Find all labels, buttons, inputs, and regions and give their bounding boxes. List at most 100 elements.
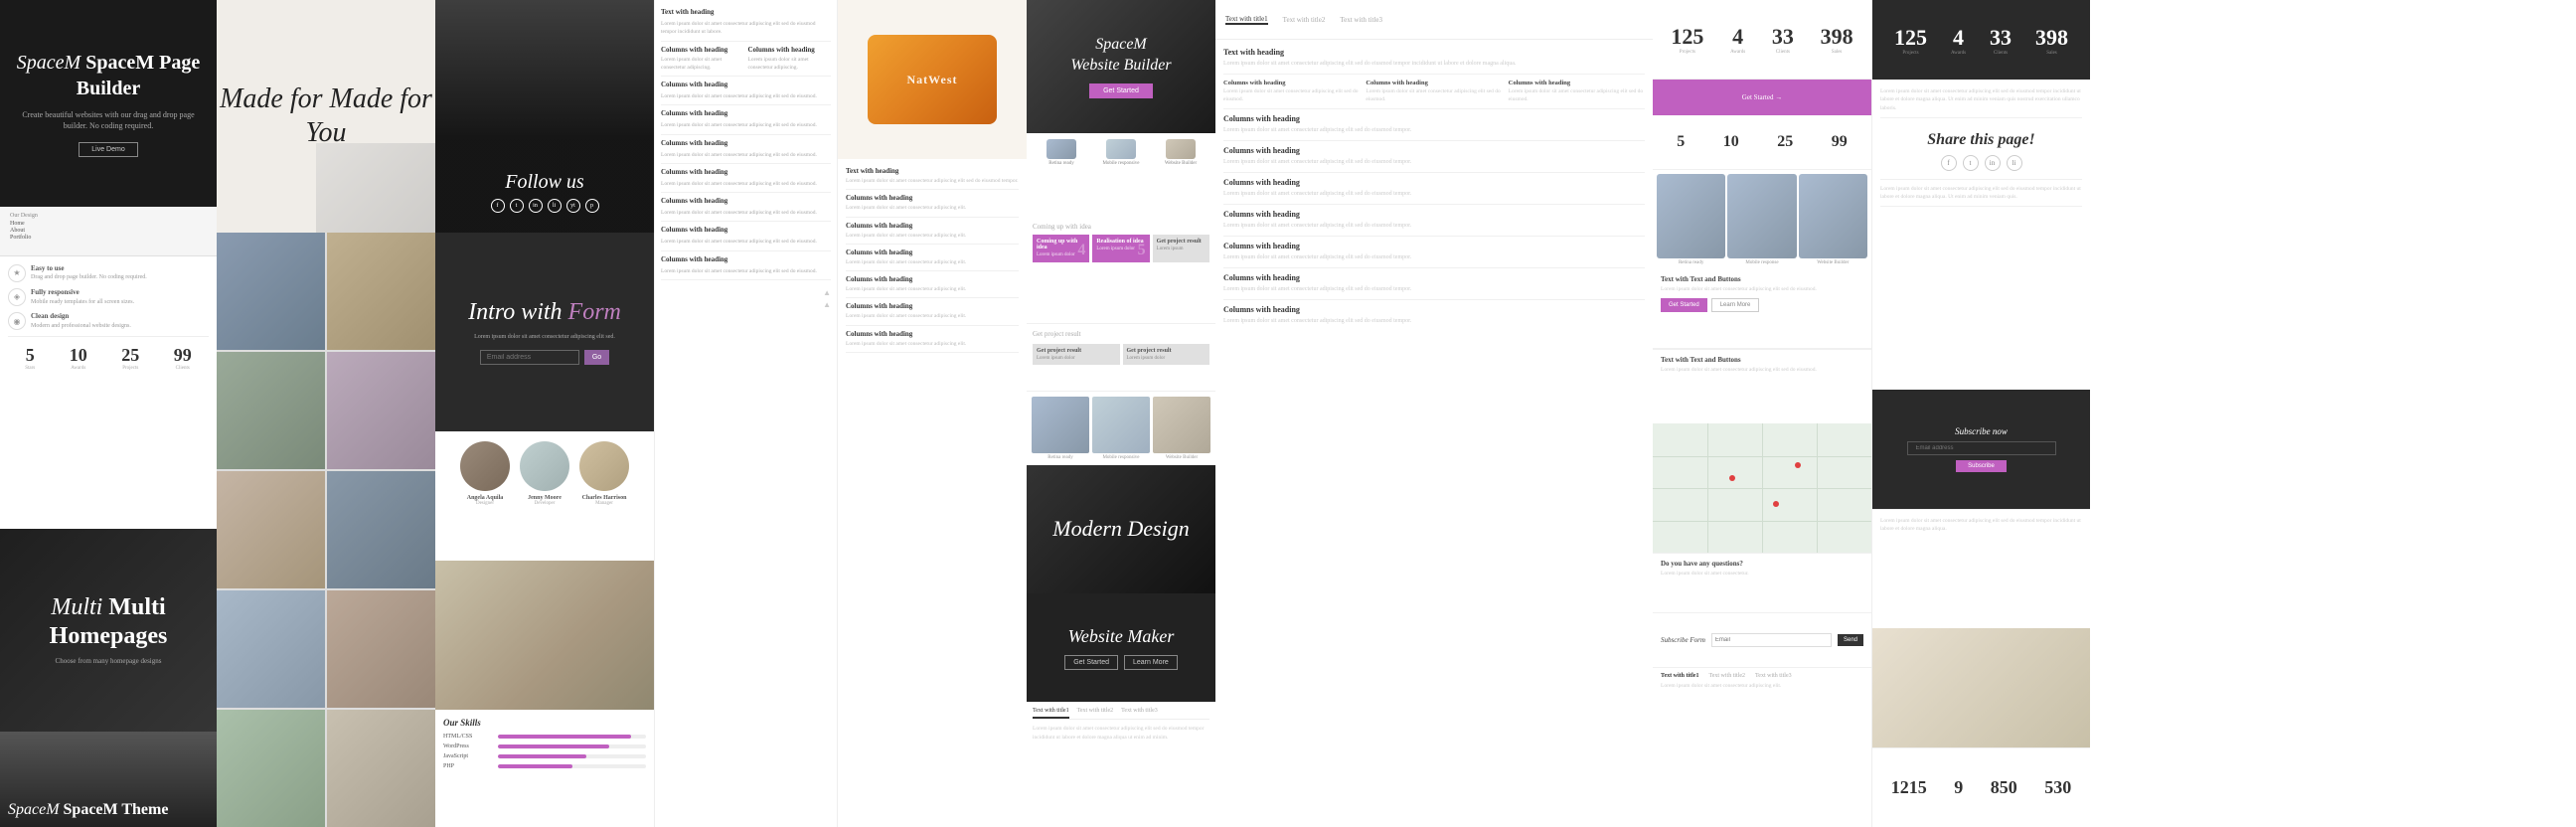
get-started-button[interactable]: Get Started [1064,655,1118,670]
tab-title-3[interactable]: Text with title3 [1121,708,1158,719]
number-33: 33 [1772,24,1794,50]
team-section: Angela Aquila Designer Jenny Moore Devel… [435,431,654,561]
learn-more-button[interactable]: Learn More [1711,298,1760,312]
card-title: Get project result [1037,348,1116,354]
columns-section-6: Columns with heading Lorem ipsum dolor s… [661,197,831,222]
card-text: Lorem ipsum dolor [1037,356,1116,361]
columns-section: Columns with heading Lorem ipsum dolor s… [1223,80,1645,109]
map-grid-line [1707,423,1708,553]
pinterest-icon[interactable]: p [585,199,599,213]
column-6: Text with title1 Text with title2 Text w… [1215,0,1653,827]
facebook-share-icon[interactable]: f [1941,155,1957,171]
dark-num-label: Projects [1894,51,1927,56]
tab-2[interactable]: Text with title2 [1283,16,1326,24]
get-started-button[interactable]: Get Started [1661,298,1707,312]
twitter-icon[interactable]: t [510,199,524,213]
website-builder-button[interactable]: Get Started [1089,83,1153,98]
feature-icon [1046,139,1076,159]
section-text: Lorem ipsum dolor sit amet consectetur a… [1223,60,1645,69]
feature-img-col: Website Builder [1153,397,1210,460]
youtube-icon[interactable]: yt [566,199,580,213]
content-section: Columns with heading Lorem ipsum dolor s… [846,275,1019,298]
lorem-text: Lorem ipsum dolor sit amet consectetur a… [1880,87,2082,112]
scroll-up-arrow[interactable]: ▲ [823,288,831,297]
learn-more-button[interactable]: Learn More [1124,655,1178,670]
feature-text: Clean designModern and professional webs… [31,312,131,330]
subscribe-section: Subscribe Form Send [1653,612,1871,667]
skill-name: PHP [443,763,493,769]
feature-cell: Website Builder [1152,139,1209,210]
map-pin [1795,462,1801,468]
tab-title-1[interactable]: Text with title1 [1661,673,1698,679]
num-block-4: 398 Sales [1821,24,1853,55]
process-section: Coming up with idea Coming up with idea … [1027,217,1215,324]
tab-title-1[interactable]: Text with title1 [1033,708,1069,719]
final-number-850: 850 [1991,777,2017,798]
section-heading: Columns with heading [661,255,831,263]
subscribe-text: Lorem ipsum dolor sit amet consectetur a… [1880,518,2082,533]
feature-row: ★ Easy to useDrag and drop page builder.… [8,264,209,282]
counter-item: 10 Awards [70,345,87,371]
section-text: Lorem ipsum dolor sit amet consectetur a… [661,267,831,275]
nav-item[interactable]: Portfolio [10,235,207,241]
demo-button[interactable]: Live Demo [79,142,137,157]
final-num-3: 850 [1991,777,2017,798]
btn-row: Get Started Learn More [1661,298,1863,312]
text-section: Text with heading Lorem ipsum dolor sit … [1223,48,1645,75]
section-text: Lorem ipsum dolor sit amet consectetur a… [846,340,1019,348]
email-input[interactable] [480,350,579,365]
section-heading: Columns with heading [846,330,1019,338]
subscribe-button[interactable]: Send [1838,634,1863,646]
tab-title-3[interactable]: Text with title3 [1755,673,1792,679]
feature-text: Fully responsiveMobile ready templates f… [31,288,134,306]
instagram-share-icon[interactable]: in [1985,155,2001,171]
linkedin-share-icon[interactable]: li [2007,155,2022,171]
form-submit-button[interactable]: Go [584,350,609,365]
tab-title-2[interactable]: Text with title2 [1708,673,1745,679]
section-text: Lorem ipsum dolor sit amet consectetur a… [661,20,831,37]
section-heading: Columns with heading [1223,273,1645,282]
team-member: Charles Harrison Manager [579,441,629,506]
card-text: Lorem ipsum dolor [1127,356,1207,361]
tab-content: Lorem ipsum dolor sit amet consectetur a… [1661,683,1863,691]
section-heading: Text with heading [846,167,1019,175]
instagram-icon[interactable]: in [529,199,543,213]
feature-img-col: Retina ready [1032,397,1089,460]
counter-item: 5 Stars [25,345,35,371]
photo-cell [327,710,435,827]
nav-item[interactable]: Home [10,221,207,227]
process-section-2: Get project result Get project result Lo… [1027,323,1215,390]
nav-label: Our Design [10,213,207,219]
twitter-share-icon[interactable]: t [1963,155,1979,171]
photo-cell [217,590,325,708]
facebook-icon[interactable]: f [491,199,505,213]
section-text: Lorem ipsum dolor sit amet consectetur a… [846,258,1019,266]
tab-title-2[interactable]: Text with title2 [1077,708,1114,719]
final-num-2: 9 [1954,777,1963,798]
tab-3[interactable]: Text with title3 [1340,16,1382,24]
feature-img-col: Mobile responsive [1092,397,1150,460]
linkedin-icon[interactable]: li [548,199,562,213]
columns-section-3: Columns with heading Lorem ipsum dolor s… [661,109,831,134]
nav-item[interactable]: About [10,228,207,234]
feature-image [1092,397,1150,453]
dark-subscribe-button[interactable]: Subscribe [1956,460,2007,472]
dark-subscribe-input[interactable] [1907,441,2056,455]
counter-item: 99 Clients [174,345,192,371]
col6-main-content: Text with heading Lorem ipsum dolor sit … [1215,40,1653,827]
intro-subtext: Lorem ipsum dolor sit amet consectetur a… [474,334,615,340]
process-card-gray: Get project result Lorem ipsum dolor [1123,344,1210,365]
section-heading: Columns with heading [1223,178,1645,187]
natwest-logo: NatWest [907,73,958,87]
dark-number-33: 33 [1990,25,2012,51]
section-text: Lorem ipsum dolor sit amet consectetur a… [846,177,1019,185]
skill-row: HTML/CSS [443,734,646,740]
section-text: Lorem ipsum dolor sit amet consectetur a… [1223,126,1645,135]
tab-1[interactable]: Text with title1 [1225,15,1268,25]
scroll-down-arrow[interactable]: ▲ [823,300,831,309]
skill-fill [498,735,631,739]
skill-fill [498,754,586,758]
section-text: Lorem ipsum dolor sit amet consectetur a… [661,209,831,217]
scroll-arrows: ▲ ▲ [661,288,831,309]
subscribe-input[interactable] [1711,633,1832,647]
